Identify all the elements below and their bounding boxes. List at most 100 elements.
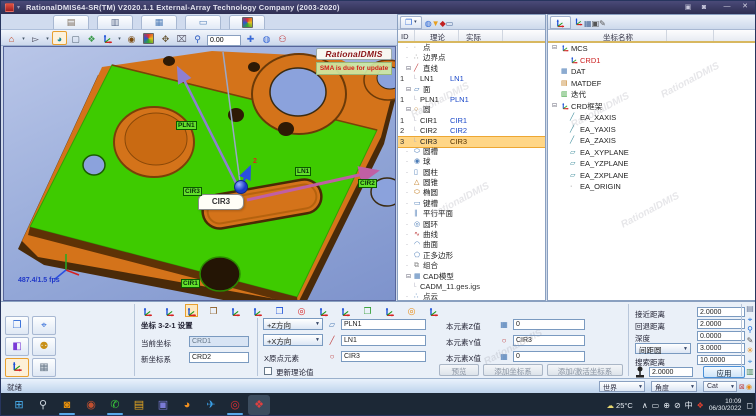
- feature-row-PLN1[interactable]: 1└PLN1PLN1: [398, 95, 545, 105]
- ime-indicator[interactable]: 中: [685, 401, 693, 410]
- feature-row-平行平面[interactable]: ·∥平行平面: [398, 209, 545, 219]
- feature-row-点云[interactable]: ·∴点云: [398, 292, 545, 301]
- pitch-circle-select[interactable]: 间距圆▼: [635, 343, 691, 354]
- origin-feature-field[interactable]: [341, 351, 426, 362]
- monitor-icon[interactable]: ▭: [446, 19, 454, 28]
- dock-tool-button[interactable]: ◧: [5, 337, 29, 356]
- home-button[interactable]: ⌂: [4, 31, 19, 45]
- feature-row-曲面[interactable]: ·◠曲面: [398, 240, 545, 250]
- feature-row-椭圆[interactable]: ·⬭椭圆: [398, 188, 545, 198]
- search-field[interactable]: [697, 355, 745, 365]
- align-axes-pair-button[interactable]: [251, 304, 264, 317]
- coord-row-EA_YZPLANE[interactable]: ▱EA_YZPLANE: [548, 158, 756, 170]
- mute-icon[interactable]: ⊘: [674, 401, 681, 410]
- eye-button[interactable]: ◉: [124, 31, 139, 45]
- search-button[interactable]: ⚲: [32, 395, 54, 415]
- firefox-app[interactable]: ◕: [176, 395, 198, 415]
- feature-row-组合[interactable]: ·⧉组合: [398, 261, 545, 271]
- x-feature-field[interactable]: [341, 335, 426, 346]
- x-direction-select[interactable]: +X方向▼: [263, 334, 323, 346]
- feature-row-圆槽[interactable]: ·⬭圆槽: [398, 147, 545, 157]
- cursor-dropdown[interactable]: ▾: [44, 31, 51, 45]
- axes-button[interactable]: [100, 31, 115, 45]
- coord-row-迭代[interactable]: ▥迭代: [548, 89, 756, 101]
- pitch-field[interactable]: [697, 343, 745, 353]
- viewport-3d[interactable]: 2 RationalDMIS SMA is due for update 487…: [3, 46, 396, 301]
- feature-row-圆环[interactable]: ·◎圆环: [398, 220, 545, 230]
- world-coord-select[interactable]: 世界▼: [599, 381, 645, 392]
- outlook-app[interactable]: ◙: [56, 395, 78, 415]
- coord-row-MCS[interactable]: ⊟MCS: [548, 43, 756, 55]
- feature-row-曲线[interactable]: ·∿曲线: [398, 230, 545, 240]
- align-columns-button[interactable]: ❐: [207, 304, 220, 317]
- coord-edit-icon[interactable]: ✎: [599, 19, 606, 28]
- coord-row-CRD框架[interactable]: ⊟CRD框架: [548, 101, 756, 113]
- notification-icon[interactable]: ◻: [746, 401, 753, 410]
- feature-tab[interactable]: ❐▾: [400, 16, 422, 29]
- drag-view-button[interactable]: ✥: [158, 31, 173, 45]
- tab-render-icon[interactable]: [229, 15, 265, 29]
- edit-pen-icon[interactable]: ✎: [743, 336, 756, 347]
- rationaldmis-app[interactable]: ❖: [248, 395, 270, 415]
- telegram-app[interactable]: ✈: [200, 395, 222, 415]
- part-view-button[interactable]: ❖: [84, 31, 99, 45]
- probe-target-icon[interactable]: ⌖: [743, 357, 756, 368]
- coord-camera-icon[interactable]: ▣: [592, 19, 600, 28]
- feature-row-圆[interactable]: ⊟○圆: [398, 105, 545, 115]
- feature-row-直线[interactable]: ⊟╱直线: [398, 64, 545, 74]
- elem-y-field[interactable]: [513, 335, 585, 346]
- table-green-icon[interactable]: ▥: [743, 367, 756, 378]
- feature-row-键槽[interactable]: ·▭键槽: [398, 199, 545, 209]
- align-321-button[interactable]: [141, 304, 154, 317]
- align-axes-green-button[interactable]: [383, 304, 396, 317]
- coord-row-EA_XYPLANE[interactable]: ▱EA_XYPLANE: [548, 147, 756, 159]
- coord-row-MATDEF[interactable]: ▤MATDEF: [548, 78, 756, 90]
- start-button[interactable]: ⊞: [8, 395, 30, 415]
- filter-sphere-icon[interactable]: ◍: [425, 19, 432, 28]
- app-icon[interactable]: [5, 3, 14, 12]
- align-cube-blue-button[interactable]: ❐: [273, 304, 286, 317]
- palette-button[interactable]: [140, 31, 157, 45]
- chevron-up-icon[interactable]: ∧: [642, 401, 648, 410]
- coord-axes-icon[interactable]: [574, 19, 584, 28]
- coord-row-EA_ZAXIS[interactable]: ╱EA_ZAXIS: [548, 135, 756, 147]
- add-activate-coord-button[interactable]: 添加/激活坐标系: [547, 364, 623, 376]
- elem-x-field[interactable]: [513, 351, 585, 362]
- dock-measure-cube-button[interactable]: ❐: [5, 316, 29, 335]
- dock-probe-button[interactable]: ⌖: [32, 316, 56, 335]
- approach-field[interactable]: [697, 307, 745, 317]
- angle-unit-select[interactable]: 角度▼: [651, 381, 697, 392]
- probe-speed-field[interactable]: [649, 367, 693, 377]
- probe-blue-icon[interactable]: ⌖: [743, 315, 756, 326]
- align-axes-button[interactable]: [339, 304, 352, 317]
- dock-probe-gold-button[interactable]: ⚉: [32, 337, 56, 356]
- cartesian-select[interactable]: Cat▼: [703, 381, 737, 392]
- funnel-icon[interactable]: ▼: [432, 19, 440, 28]
- camera-icon[interactable]: ◙: [697, 3, 711, 12]
- new-coord-field[interactable]: [189, 352, 249, 363]
- coord-tab[interactable]: [550, 16, 571, 29]
- move-button[interactable]: ✚: [243, 31, 258, 45]
- feature-row-正多边形[interactable]: ·⬠正多边形: [398, 251, 545, 261]
- network-icon[interactable]: ⊕: [663, 401, 670, 410]
- probe-people-button[interactable]: ⚇: [275, 31, 290, 45]
- dock-machine-button[interactable]: ▦: [32, 358, 56, 377]
- feature-row-球[interactable]: ·◉球: [398, 157, 545, 167]
- feature-row-CAD模型[interactable]: ⊟▦CAD模型: [398, 272, 545, 282]
- axes-dropdown[interactable]: ▾: [116, 31, 123, 45]
- taskbar-clock[interactable]: 10:09 06/30/2022: [709, 398, 742, 413]
- print-report-icon[interactable]: ▤: [743, 304, 756, 315]
- retract-field[interactable]: [697, 319, 745, 329]
- security-app[interactable]: ◉: [80, 395, 102, 415]
- weather-icon[interactable]: ☁ 25°C: [606, 401, 632, 410]
- feature-row-CIR1[interactable]: 1└CIR1CIR1: [398, 116, 545, 126]
- feature-row-LN1[interactable]: 1└LN1LN1: [398, 74, 545, 84]
- z-direction-select[interactable]: +Z方向▼: [263, 318, 323, 330]
- teams-app[interactable]: ▣: [152, 395, 174, 415]
- wechat-app[interactable]: ✆: [104, 395, 126, 415]
- align-axes-best-fit-button[interactable]: [427, 304, 440, 317]
- zoom-box-button[interactable]: ⚲: [190, 31, 205, 45]
- dock-coordinate-button[interactable]: [5, 358, 29, 377]
- coord-row-EA_XAXIS[interactable]: ╱EA_XAXIS: [548, 112, 756, 124]
- align-circle-orange-button[interactable]: ◎: [405, 304, 418, 317]
